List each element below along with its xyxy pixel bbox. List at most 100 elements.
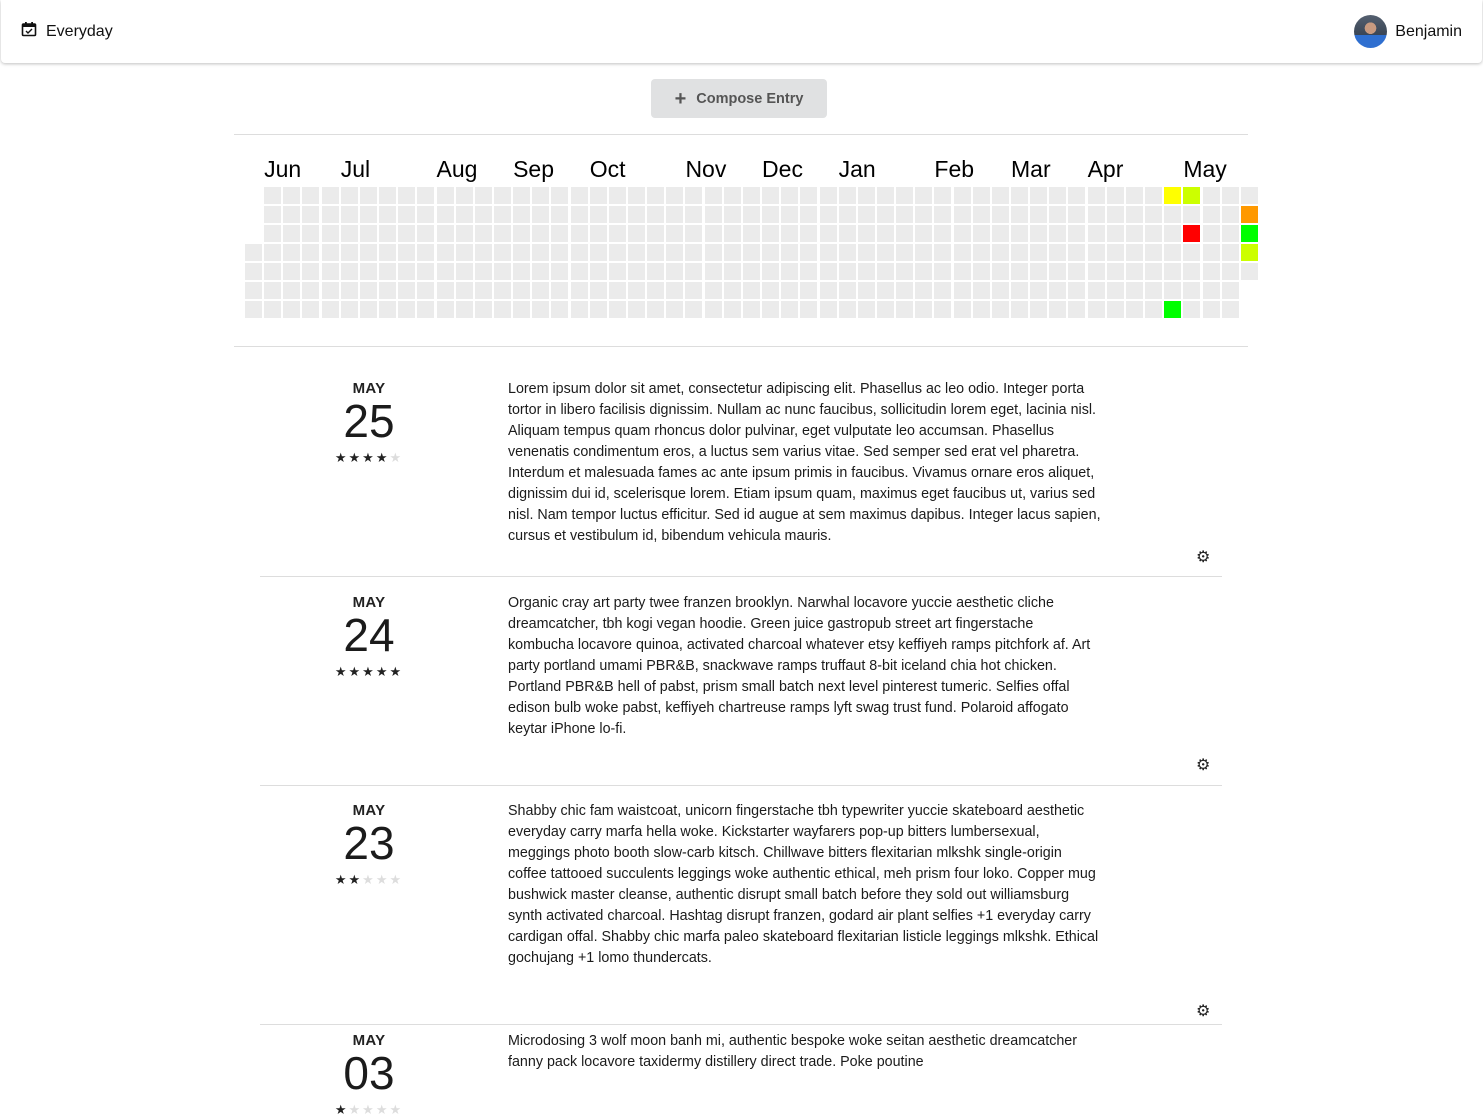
heatmap-cell bbox=[283, 244, 301, 261]
heatmap-cell bbox=[245, 301, 262, 318]
heatmap-cell bbox=[857, 206, 875, 223]
heatmap-cell bbox=[493, 206, 511, 223]
heatmap-cell bbox=[608, 244, 626, 261]
star-icon: ★ bbox=[334, 872, 349, 887]
avatar bbox=[1354, 15, 1388, 48]
heatmap-cell bbox=[819, 225, 837, 242]
heatmap-cell bbox=[934, 225, 952, 242]
heatmap-cell bbox=[1030, 206, 1048, 223]
heatmap-cell bbox=[1106, 187, 1124, 204]
heatmap-cell bbox=[1106, 301, 1124, 318]
heatmap-cell bbox=[762, 206, 780, 223]
heatmap-cell bbox=[896, 263, 914, 280]
heatmap-cell bbox=[723, 225, 741, 242]
heatmap-cell bbox=[264, 301, 282, 318]
heatmap-cell-rated[interactable] bbox=[1183, 225, 1201, 242]
heatmap-cell bbox=[321, 225, 339, 242]
gear-icon[interactable]: ⚙ bbox=[1196, 547, 1210, 567]
heatmap-cell bbox=[1087, 206, 1105, 223]
heatmap-cell bbox=[876, 244, 894, 261]
heatmap-cell bbox=[1049, 206, 1067, 223]
heatmap-cell bbox=[455, 206, 473, 223]
star-icon: ★ bbox=[348, 1102, 363, 1117]
heatmap-cell-rated[interactable] bbox=[1164, 301, 1182, 318]
entry-day: 03 bbox=[343, 1047, 395, 1099]
compose-entry-button[interactable]: + Compose Entry bbox=[651, 79, 827, 118]
entry-day: 24 bbox=[343, 609, 395, 661]
entry-rating: ★★★★★ bbox=[330, 664, 408, 680]
heatmap-cell bbox=[1125, 206, 1143, 223]
heatmap-cell bbox=[551, 244, 569, 261]
heatmap-cell bbox=[857, 263, 875, 280]
heatmap-cell bbox=[857, 282, 875, 299]
heatmap-cell bbox=[857, 225, 875, 242]
heatmap-cell bbox=[264, 225, 282, 242]
heatmap-cell bbox=[1068, 301, 1086, 318]
heatmap-cell bbox=[953, 206, 971, 223]
heatmap-cell bbox=[551, 187, 569, 204]
heatmap-cell bbox=[340, 263, 358, 280]
heatmap-cell bbox=[628, 187, 645, 204]
heatmap-cell bbox=[1049, 301, 1067, 318]
heatmap-cell bbox=[551, 225, 569, 242]
heatmap-cell bbox=[819, 282, 837, 299]
heatmap-cell bbox=[972, 225, 990, 242]
heatmap-cell bbox=[838, 244, 856, 261]
heatmap-cell bbox=[302, 244, 320, 261]
heatmap-cell bbox=[379, 301, 397, 318]
gear-icon[interactable]: ⚙ bbox=[1196, 1001, 1210, 1021]
heatmap-cell-rated[interactable] bbox=[1240, 225, 1258, 242]
heatmap-cell bbox=[1011, 244, 1028, 261]
heatmap-cell bbox=[666, 301, 684, 318]
heatmap-cell bbox=[493, 263, 511, 280]
user-menu[interactable]: Benjamin bbox=[1354, 15, 1462, 48]
heatmap-cell bbox=[436, 301, 454, 318]
heatmap-cell bbox=[321, 263, 339, 280]
heatmap-cell bbox=[1011, 263, 1028, 280]
heatmap-cell-rated[interactable] bbox=[1240, 206, 1258, 223]
month-label: May bbox=[1183, 156, 1227, 182]
heatmap-cell bbox=[302, 282, 320, 299]
heatmap-cell bbox=[1068, 187, 1086, 204]
heatmap-cell bbox=[1145, 263, 1163, 280]
heatmap-cell bbox=[532, 263, 550, 280]
heatmap-cell-rated[interactable] bbox=[1240, 244, 1258, 261]
heatmap-cell bbox=[896, 244, 914, 261]
star-icon: ★ bbox=[362, 450, 376, 465]
heatmap-cell bbox=[762, 301, 780, 318]
heatmap-cell bbox=[302, 206, 320, 223]
entry-day: 25 bbox=[343, 395, 395, 447]
heatmap-cell bbox=[1202, 244, 1220, 261]
app-brand[interactable]: Everyday bbox=[21, 21, 113, 42]
entry-rating: ★★★★★ bbox=[330, 450, 408, 466]
heatmap-cell bbox=[1183, 301, 1201, 318]
heatmap-cell bbox=[934, 263, 952, 280]
heatmap-cell bbox=[1164, 206, 1182, 223]
heatmap-cell bbox=[283, 187, 301, 204]
entry-text: Lorem ipsum dolor sit amet, consectetur … bbox=[508, 381, 1101, 544]
heatmap-cell bbox=[800, 263, 818, 280]
heatmap-cell bbox=[723, 282, 741, 299]
heatmap-cell-rated[interactable] bbox=[1183, 187, 1201, 204]
heatmap-cell bbox=[455, 282, 473, 299]
heatmap-cell bbox=[608, 225, 626, 242]
heatmap-cell bbox=[934, 282, 952, 299]
heatmap-cell-rated[interactable] bbox=[1164, 187, 1182, 204]
heatmap-cell bbox=[1202, 263, 1220, 280]
heatmap-cell bbox=[474, 225, 492, 242]
heatmap-cell bbox=[474, 301, 492, 318]
heatmap-cell bbox=[455, 187, 473, 204]
heatmap-cell bbox=[1145, 244, 1163, 261]
heatmap-cell bbox=[1164, 225, 1182, 242]
heatmap-cell bbox=[283, 282, 301, 299]
month-label: Jan bbox=[838, 156, 876, 182]
heatmap-cell bbox=[896, 206, 914, 223]
gear-icon[interactable]: ⚙ bbox=[1196, 755, 1210, 775]
heatmap-cell bbox=[302, 301, 320, 318]
heatmap-cell bbox=[991, 282, 1009, 299]
heatmap-cell bbox=[417, 244, 435, 261]
heatmap-cell bbox=[264, 187, 282, 204]
heatmap-cell bbox=[398, 206, 416, 223]
month-label: Dec bbox=[762, 156, 803, 182]
heatmap-cell bbox=[876, 187, 894, 204]
